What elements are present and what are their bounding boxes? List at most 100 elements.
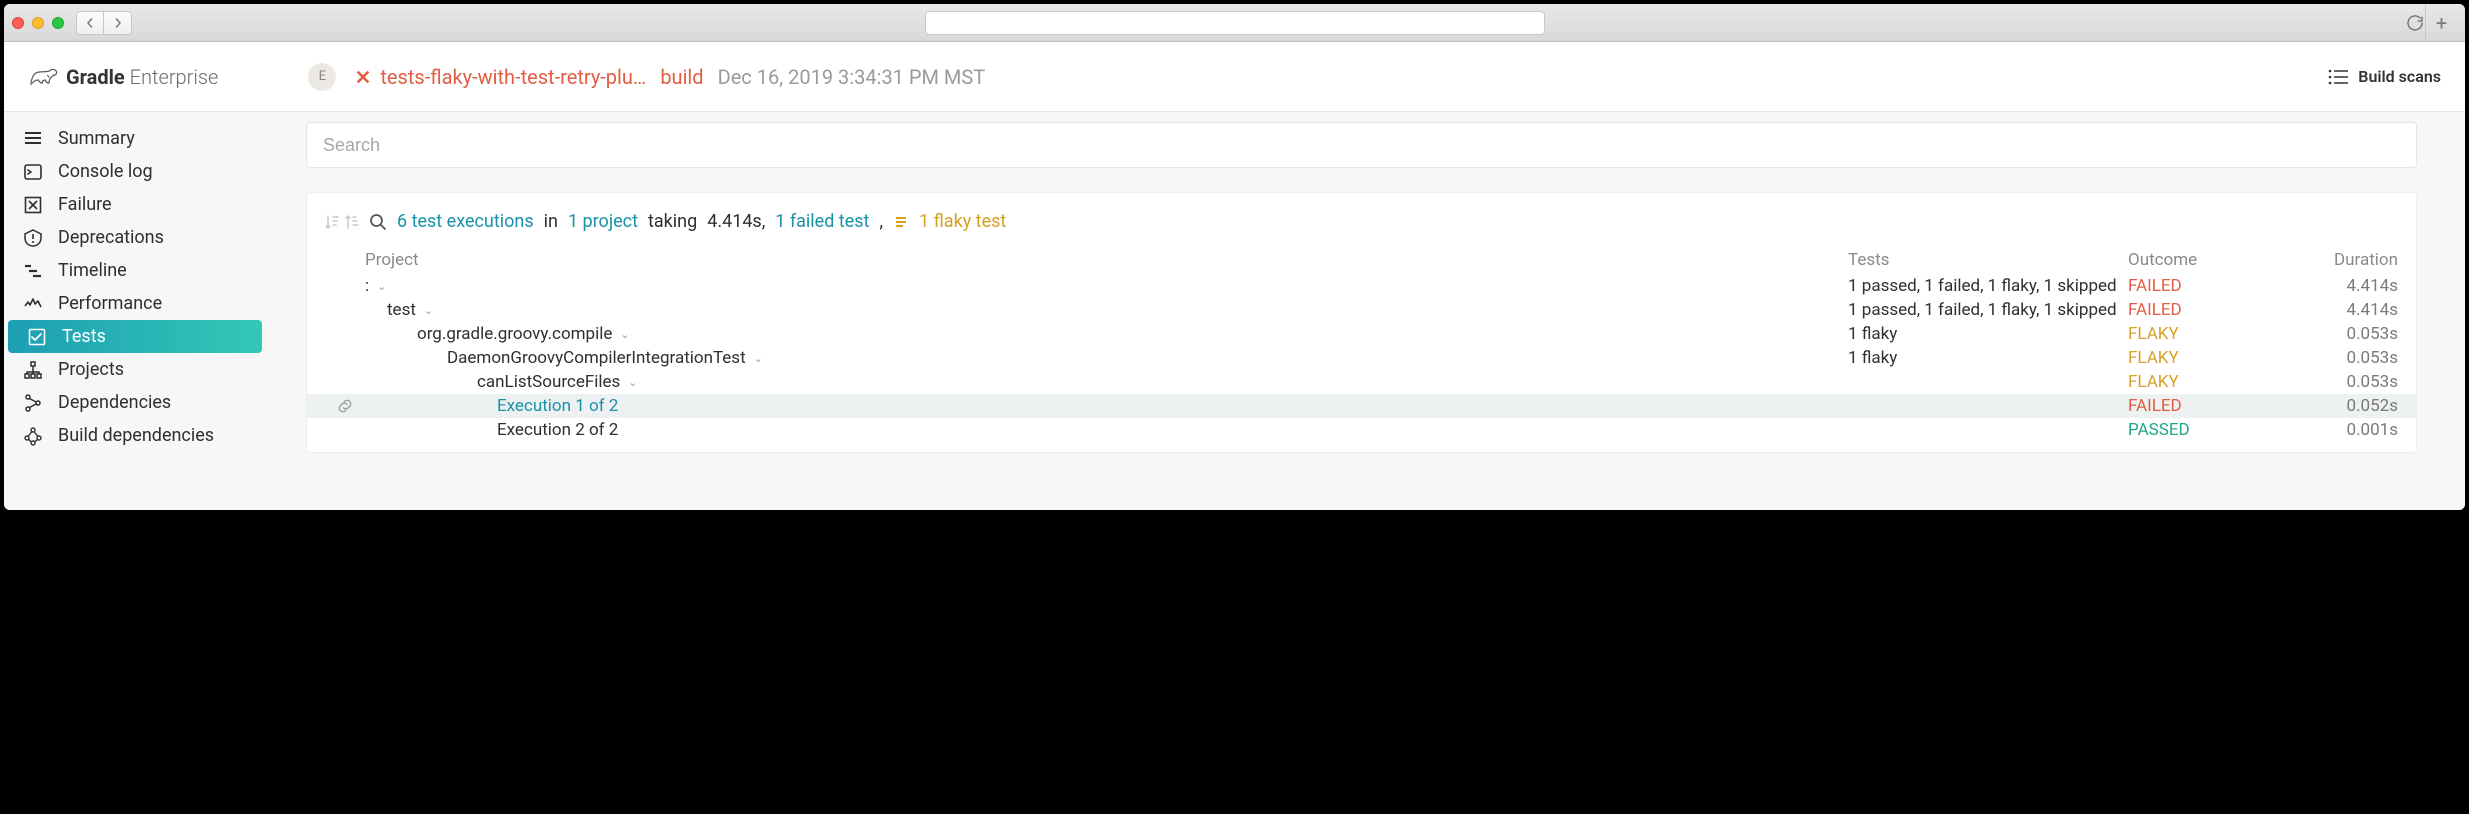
row-label[interactable]: Execution 1 of 2 <box>497 396 618 416</box>
row-tests: 1 passed, 1 failed, 1 flaky, 1 skipped <box>1848 300 2128 320</box>
row-duration: 0.001s <box>2278 420 2398 440</box>
chevron-down-icon[interactable]: ⌄ <box>377 280 386 293</box>
projects-icon <box>22 360 44 380</box>
build-scans-label: Build scans <box>2358 67 2441 86</box>
sidebar-item-label: Projects <box>58 359 124 380</box>
row-outcome: FAILED <box>2128 396 2278 416</box>
sidebar-item-performance[interactable]: Performance <box>4 287 266 320</box>
reload-icon[interactable] <box>2407 15 2423 31</box>
row-label: canListSourceFiles <box>477 372 620 392</box>
traffic-lights <box>12 17 64 29</box>
sidebar-item-projects[interactable]: Projects <box>4 353 266 386</box>
build-scans-link[interactable]: Build scans <box>2328 67 2441 86</box>
col-duration[interactable]: Duration <box>2278 250 2398 270</box>
table-row[interactable]: Execution 1 of 2 FAILED0.052s <box>307 394 2416 418</box>
row-duration: 4.414s <box>2278 276 2398 296</box>
sort-desc-icon[interactable] <box>325 214 339 230</box>
sidebar-item-label: Tests <box>62 326 106 347</box>
sidebar-item-label: Dependencies <box>58 392 171 413</box>
sidebar-item-timeline[interactable]: Timeline <box>4 254 266 287</box>
sidebar-item-dependencies[interactable]: Dependencies <box>4 386 266 419</box>
user-badge[interactable]: E <box>308 63 336 91</box>
new-tab-button[interactable]: + <box>2425 4 2457 41</box>
sidebar-item-label: Summary <box>58 128 135 149</box>
flaky-retry-icon <box>895 215 909 229</box>
sidebar-item-tests[interactable]: Tests <box>8 320 262 353</box>
list-icon <box>2328 69 2348 85</box>
summary-in: in <box>544 211 558 232</box>
brand-name: Gradle Enterprise <box>66 65 218 89</box>
maximize-window-button[interactable] <box>52 17 64 29</box>
projects-link[interactable]: 1 project <box>568 211 638 232</box>
dependencies-icon <box>22 393 44 413</box>
row-label: Execution 2 of 2 <box>497 420 618 440</box>
brand[interactable]: Gradle Enterprise <box>28 65 218 89</box>
deprecations-icon <box>22 228 44 248</box>
build-dependencies-icon <box>22 426 44 446</box>
sidebar-item-label: Deprecations <box>58 227 164 248</box>
chevron-down-icon[interactable]: ⌄ <box>620 328 629 341</box>
failure-icon <box>22 195 44 215</box>
sidebar-item-summary[interactable]: Summary <box>4 122 266 155</box>
table-row[interactable]: : ⌄ 1 passed, 1 failed, 1 flaky, 1 skippe… <box>307 274 2416 298</box>
table-row[interactable]: DaemonGroovyCompilerIntegrationTest ⌄ 1 f… <box>307 346 2416 370</box>
executions-link[interactable]: 6 test executions <box>397 211 534 232</box>
search-input[interactable] <box>323 135 2400 156</box>
row-label: : <box>365 276 369 296</box>
browser-nav-buttons <box>76 11 132 35</box>
sidebar-item-deprecations[interactable]: Deprecations <box>4 221 266 254</box>
row-tests: 1 passed, 1 failed, 1 flaky, 1 skipped <box>1848 276 2128 296</box>
row-outcome: FAILED <box>2128 300 2278 320</box>
row-duration: 0.052s <box>2278 396 2398 416</box>
col-tests[interactable]: Tests <box>1848 250 2128 270</box>
sidebar-item-build-dependencies[interactable]: Build dependencies <box>4 419 266 452</box>
row-tests: 1 flaky <box>1848 348 2128 368</box>
back-button[interactable] <box>76 11 104 35</box>
sidebar-item-label: Performance <box>58 293 162 314</box>
permalink-icon[interactable] <box>337 398 353 414</box>
main-content: 6 test executions in 1 project taking 4.… <box>266 112 2465 510</box>
close-window-button[interactable] <box>12 17 24 29</box>
row-label: org.gradle.groovy.compile <box>417 324 612 344</box>
search-icon[interactable] <box>369 213 387 231</box>
col-outcome[interactable]: Outcome <box>2128 250 2278 270</box>
col-project[interactable]: Project <box>365 250 1848 270</box>
build-label: build <box>660 65 703 89</box>
row-outcome: FLAKY <box>2128 324 2278 344</box>
chevron-down-icon[interactable]: ⌄ <box>754 352 763 365</box>
search-box[interactable] <box>306 122 2417 168</box>
table-row[interactable]: test ⌄ 1 passed, 1 failed, 1 flaky, 1 ski… <box>307 298 2416 322</box>
row-label: test <box>387 300 416 320</box>
row-outcome: FAILED <box>2128 276 2278 296</box>
sort-asc-icon[interactable] <box>345 214 359 230</box>
flaky-link[interactable]: 1 flaky test <box>919 211 1006 232</box>
sidebar-item-console-log[interactable]: Console log <box>4 155 266 188</box>
failed-link[interactable]: 1 failed test <box>775 211 869 232</box>
window-titlebar: + <box>4 4 2465 42</box>
table-row[interactable]: org.gradle.groovy.compile ⌄ 1 flakyFLAKY0… <box>307 322 2416 346</box>
row-duration: 4.414s <box>2278 300 2398 320</box>
table-row[interactable]: Execution 2 of 2PASSED0.001s <box>307 418 2416 442</box>
sort-controls[interactable] <box>325 214 359 230</box>
performance-icon <box>22 294 44 314</box>
row-duration: 0.053s <box>2278 372 2398 392</box>
sidebar: Summary Console log Failure Deprecations Tim… <box>4 112 266 510</box>
table-header: Project Tests Outcome Duration <box>307 248 2416 272</box>
summary-icon <box>22 129 44 149</box>
tests-summary: 6 test executions in 1 project taking 4.… <box>307 211 2416 248</box>
address-bar[interactable] <box>925 11 1545 35</box>
summary-taking: taking <box>648 211 697 232</box>
row-label: DaemonGroovyCompilerIntegrationTest <box>447 348 746 368</box>
sidebar-item-failure[interactable]: Failure <box>4 188 266 221</box>
chevron-down-icon[interactable]: ⌄ <box>424 304 433 317</box>
row-duration: 0.053s <box>2278 324 2398 344</box>
minimize-window-button[interactable] <box>32 17 44 29</box>
sidebar-item-label: Console log <box>58 161 153 182</box>
forward-button[interactable] <box>104 11 132 35</box>
table-row[interactable]: canListSourceFiles ⌄ FLAKY0.053s <box>307 370 2416 394</box>
row-tests: 1 flaky <box>1848 324 2128 344</box>
build-title[interactable]: tests-flaky-with-test-retry-plu… <box>380 65 646 89</box>
sidebar-item-label: Timeline <box>58 260 127 281</box>
chevron-down-icon[interactable]: ⌄ <box>628 376 637 389</box>
row-outcome: FLAKY <box>2128 372 2278 392</box>
